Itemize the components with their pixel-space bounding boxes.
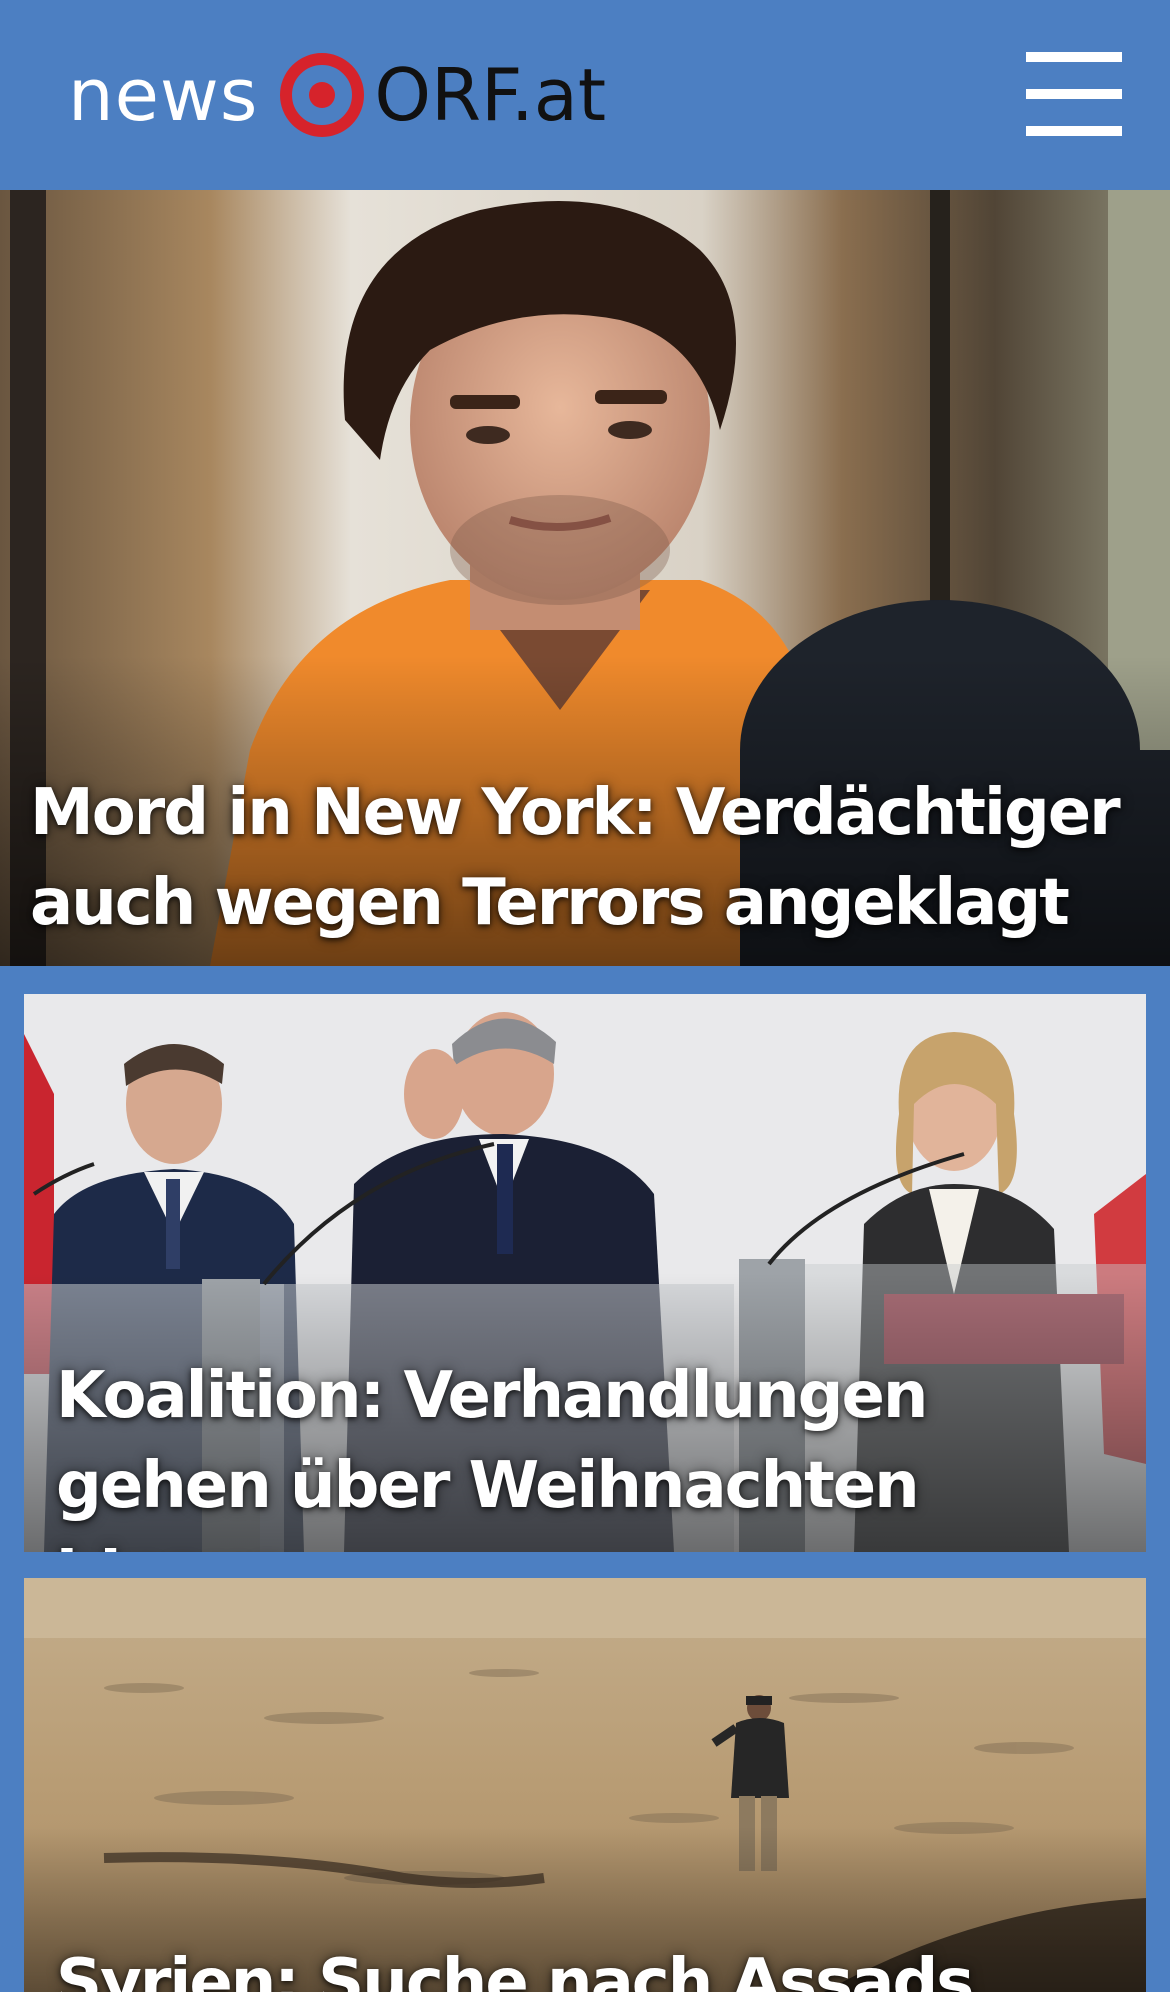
orf-target-icon bbox=[280, 53, 365, 137]
news-app: news ORF.at Mord in New York: Verdächtig… bbox=[0, 0, 1170, 1992]
story-image-field bbox=[24, 1578, 1146, 1992]
story-card-lead[interactable]: Mord in New York: Verdächtiger auch wege… bbox=[0, 190, 1170, 966]
story-card[interactable]: Koalition: Verhandlungen gehen über Weih… bbox=[24, 994, 1146, 1552]
logo-news-text: news bbox=[68, 53, 259, 137]
story-card[interactable]: Syrien: Suche nach Assads bbox=[24, 1578, 1146, 1992]
story-headline: Syrien: Suche nach Assads bbox=[56, 1946, 974, 1992]
menu-line bbox=[1026, 52, 1122, 62]
logo-orf-text: ORF.at bbox=[374, 53, 607, 137]
menu-line bbox=[1026, 126, 1122, 136]
header-bar: news ORF.at bbox=[0, 0, 1170, 190]
orf-logo-link[interactable]: news ORF.at bbox=[68, 52, 606, 138]
menu-line bbox=[1026, 89, 1122, 99]
story-headline: Mord in New York: Verdächtiger auch wege… bbox=[30, 776, 1121, 940]
story-headline: Koalition: Verhandlungen gehen über Weih… bbox=[56, 1359, 928, 1552]
hamburger-menu-icon[interactable] bbox=[1026, 52, 1122, 136]
